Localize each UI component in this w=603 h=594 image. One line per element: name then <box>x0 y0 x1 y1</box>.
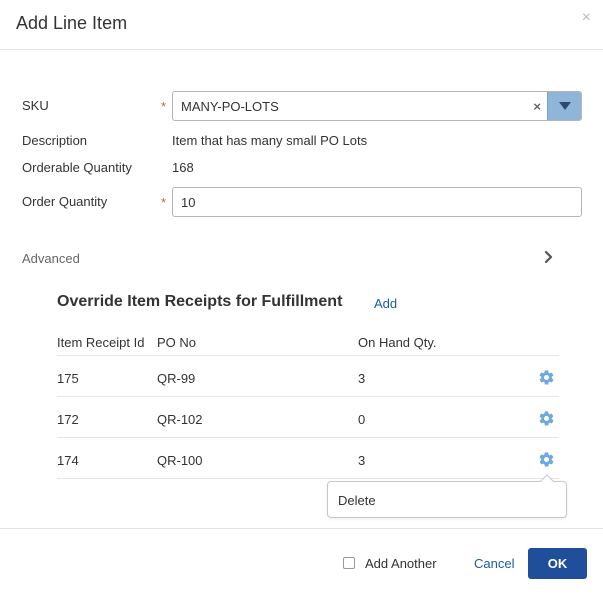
gear-icon[interactable] <box>538 451 555 468</box>
sku-select[interactable]: MANY-PO-LOTS × <box>172 91 582 121</box>
required-marker: * <box>161 99 167 114</box>
po-no-cell: QR-100 <box>157 453 203 468</box>
row-actions-menu: Delete <box>327 481 567 518</box>
chevron-right-icon[interactable] <box>544 250 554 264</box>
on-hand-cell: 3 <box>358 371 366 386</box>
order-quantity-label: Order Quantity <box>22 194 108 209</box>
table-divider <box>57 437 559 438</box>
add-another-label[interactable]: Add Another <box>365 556 437 571</box>
sku-label: SKU <box>22 98 49 113</box>
on-hand-cell: 3 <box>358 453 366 468</box>
table-divider <box>57 396 559 397</box>
required-marker: * <box>161 195 167 210</box>
ok-button[interactable]: OK <box>528 548 587 579</box>
override-section-title: Override Item Receipts for Fulfillment <box>57 293 343 310</box>
receipt-id-cell: 172 <box>57 412 79 427</box>
dialog-title: Add Line Item <box>16 13 128 33</box>
receipt-id-cell: 175 <box>57 371 79 386</box>
advanced-toggle-label[interactable]: Advanced <box>22 251 80 266</box>
table-divider <box>57 355 559 356</box>
sku-selected-value: MANY-PO-LOTS <box>181 99 279 114</box>
order-quantity-input[interactable] <box>172 187 582 217</box>
delete-menu-item[interactable]: Delete <box>338 493 376 508</box>
cancel-button[interactable]: Cancel <box>474 556 514 571</box>
receipt-id-cell: 174 <box>57 453 79 468</box>
add-line-item-dialog: Add Line Item × SKU * MANY-PO-LOTS × Des… <box>0 0 603 594</box>
po-no-cell: QR-99 <box>157 371 196 386</box>
orderable-quantity-value: 168 <box>172 160 194 175</box>
close-icon[interactable]: × <box>582 10 591 26</box>
add-another-checkbox[interactable] <box>343 557 355 569</box>
menu-pointer <box>540 474 554 482</box>
dialog-header: Add Line Item × <box>0 0 603 50</box>
column-header-on-hand-qty: On Hand Qty. <box>358 335 437 350</box>
clear-icon[interactable]: × <box>533 99 541 114</box>
dropdown-button[interactable] <box>547 92 581 120</box>
gear-icon[interactable] <box>538 410 555 427</box>
orderable-quantity-label: Orderable Quantity <box>22 160 132 175</box>
gear-icon[interactable] <box>538 369 555 386</box>
add-receipt-link[interactable]: Add <box>374 296 397 311</box>
description-label: Description <box>22 133 88 148</box>
description-value: Item that has many small PO Lots <box>172 133 368 148</box>
po-no-cell: QR-102 <box>157 412 203 427</box>
column-header-receipt-id: Item Receipt Id <box>57 335 145 350</box>
on-hand-cell: 0 <box>358 412 366 427</box>
table-divider <box>57 478 559 479</box>
column-header-po-no: PO No <box>157 335 197 350</box>
caret-down-icon <box>559 102 571 110</box>
